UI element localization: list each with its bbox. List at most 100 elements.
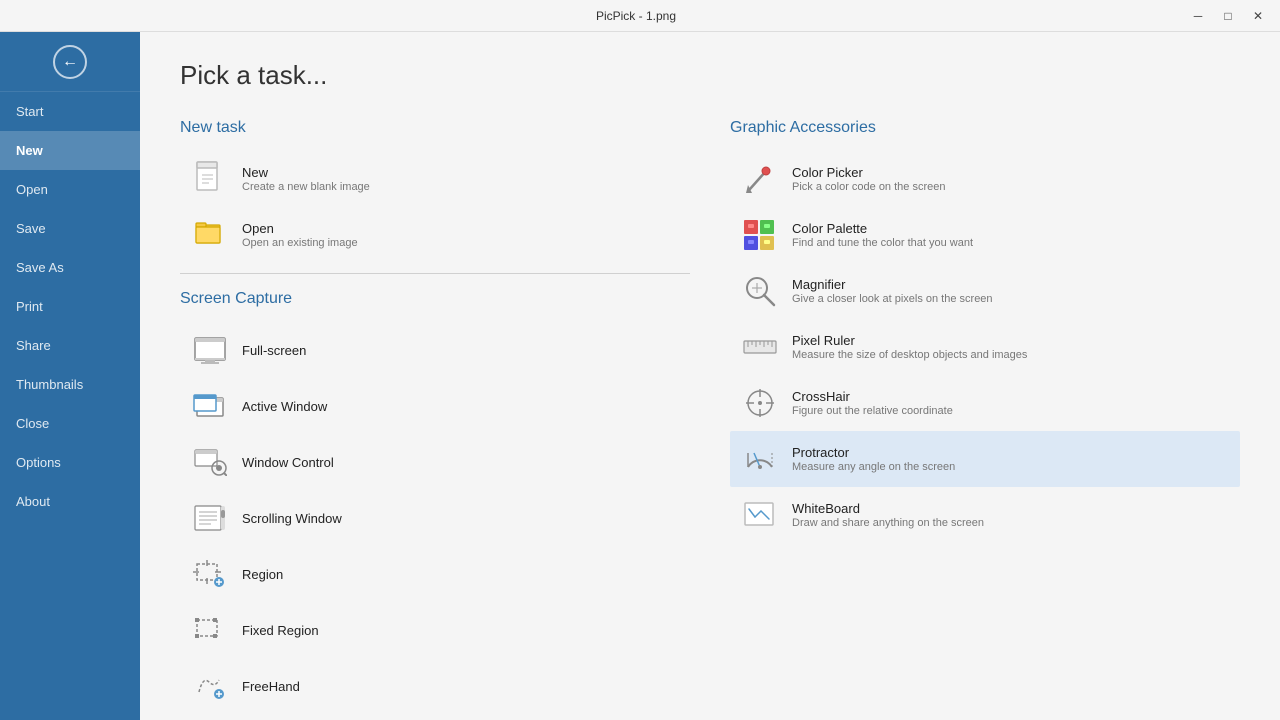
- magnifier-icon: [742, 273, 778, 309]
- protractor-icon: [742, 441, 778, 477]
- task-open[interactable]: Open Open an existing image: [180, 207, 690, 263]
- task-fullscreen[interactable]: Full-screen: [180, 322, 690, 378]
- task-fixed-region[interactable]: Fixed Region: [180, 602, 690, 658]
- task-region[interactable]: Region: [180, 546, 690, 602]
- divider-1: [180, 273, 690, 274]
- region-icon: [192, 556, 228, 592]
- active-window-icon: [192, 388, 228, 424]
- task-scrolling-window-text: Scrolling Window: [242, 511, 342, 526]
- sidebar-item-options[interactable]: Options: [0, 443, 140, 482]
- task-fixed-region-label: Fixed Region: [242, 623, 319, 638]
- task-open-label: Open: [242, 221, 358, 236]
- task-color-picker-label: Color Picker: [792, 165, 945, 180]
- task-pixel-ruler-text: Pixel Ruler Measure the size of desktop …: [792, 333, 1027, 361]
- tasks-grid: New task New Create a n: [180, 119, 1240, 720]
- task-magnifier-label: Magnifier: [792, 277, 993, 292]
- sidebar-item-thumbnails[interactable]: Thumbnails: [0, 365, 140, 404]
- task-scrolling-window-label: Scrolling Window: [242, 511, 342, 526]
- open-icon: [192, 217, 228, 253]
- task-window-control[interactable]: Window Control: [180, 434, 690, 490]
- color-palette-icon: [742, 217, 778, 253]
- task-color-picker-text: Color Picker Pick a color code on the sc…: [792, 165, 945, 193]
- task-repeat-last[interactable]: Repeat Last Capture: [180, 714, 690, 720]
- minimize-button[interactable]: ─: [1184, 5, 1212, 27]
- task-color-picker[interactable]: Color Picker Pick a color code on the sc…: [730, 151, 1240, 207]
- task-whiteboard-text: WhiteBoard Draw and share anything on th…: [792, 501, 984, 529]
- color-picker-icon: [742, 161, 778, 197]
- task-new[interactable]: New Create a new blank image: [180, 151, 690, 207]
- task-protractor[interactable]: Protractor Measure any angle on the scre…: [730, 431, 1240, 487]
- window-control-icon: [192, 444, 228, 480]
- app-body: ← StartNewOpenSaveSave AsPrintShareThumb…: [0, 32, 1280, 720]
- task-freehand[interactable]: FreeHand: [180, 658, 690, 714]
- task-fixed-region-text: Fixed Region: [242, 623, 319, 638]
- sidebar-item-open[interactable]: Open: [0, 170, 140, 209]
- task-protractor-label: Protractor: [792, 445, 955, 460]
- sidebar-item-save[interactable]: Save: [0, 209, 140, 248]
- task-protractor-text: Protractor Measure any angle on the scre…: [792, 445, 955, 473]
- task-crosshair[interactable]: CrossHair Figure out the relative coordi…: [730, 375, 1240, 431]
- fixed-region-icon: [192, 612, 228, 648]
- task-new-text: New Create a new blank image: [242, 165, 370, 193]
- task-window-control-text: Window Control: [242, 455, 334, 470]
- task-fullscreen-text: Full-screen: [242, 343, 306, 358]
- sidebar-item-save-as[interactable]: Save As: [0, 248, 140, 287]
- sidebar-item-new[interactable]: New: [0, 131, 140, 170]
- task-freehand-label: FreeHand: [242, 679, 300, 694]
- scrolling-window-icon: [192, 500, 228, 536]
- sidebar-item-print[interactable]: Print: [0, 287, 140, 326]
- task-color-palette[interactable]: Color Palette Find and tune the color th…: [730, 207, 1240, 263]
- task-whiteboard-label: WhiteBoard: [792, 501, 984, 516]
- left-column: New task New Create a n: [180, 119, 690, 720]
- sidebar: ← StartNewOpenSaveSave AsPrintShareThumb…: [0, 32, 140, 720]
- task-whiteboard[interactable]: WhiteBoard Draw and share anything on th…: [730, 487, 1240, 543]
- task-region-text: Region: [242, 567, 283, 582]
- back-icon: ←: [53, 45, 87, 79]
- task-crosshair-text: CrossHair Figure out the relative coordi…: [792, 389, 953, 417]
- back-button[interactable]: ←: [0, 32, 140, 92]
- sidebar-item-close[interactable]: Close: [0, 404, 140, 443]
- task-window-control-label: Window Control: [242, 455, 334, 470]
- task-active-window[interactable]: Active Window: [180, 378, 690, 434]
- new-task-section-title: New task: [180, 119, 690, 137]
- new-icon: [192, 161, 228, 197]
- task-region-label: Region: [242, 567, 283, 582]
- freehand-icon: [192, 668, 228, 704]
- page-title: Pick a task...: [180, 60, 1240, 91]
- maximize-button[interactable]: □: [1214, 5, 1242, 27]
- close-window-button[interactable]: ✕: [1244, 5, 1272, 27]
- task-color-palette-desc: Find and tune the color that you want: [792, 237, 973, 249]
- crosshair-icon: [742, 385, 778, 421]
- sidebar-item-start[interactable]: Start: [0, 92, 140, 131]
- screen-capture-section-title: Screen Capture: [180, 290, 690, 308]
- pixel-ruler-icon: [742, 329, 778, 365]
- task-new-desc: Create a new blank image: [242, 181, 370, 193]
- task-crosshair-label: CrossHair: [792, 389, 953, 404]
- task-color-palette-label: Color Palette: [792, 221, 973, 236]
- task-new-label: New: [242, 165, 370, 180]
- task-fullscreen-label: Full-screen: [242, 343, 306, 358]
- task-magnifier-text: Magnifier Give a closer look at pixels o…: [792, 277, 993, 305]
- task-freehand-text: FreeHand: [242, 679, 300, 694]
- task-protractor-desc: Measure any angle on the screen: [792, 461, 955, 473]
- task-whiteboard-desc: Draw and share anything on the screen: [792, 517, 984, 529]
- task-active-window-label: Active Window: [242, 399, 327, 414]
- sidebar-item-about[interactable]: About: [0, 482, 140, 521]
- task-crosshair-desc: Figure out the relative coordinate: [792, 405, 953, 417]
- task-scrolling-window[interactable]: Scrolling Window: [180, 490, 690, 546]
- task-open-desc: Open an existing image: [242, 237, 358, 249]
- titlebar-controls: ─ □ ✕: [1184, 5, 1272, 27]
- task-open-text: Open Open an existing image: [242, 221, 358, 249]
- fullscreen-icon: [192, 332, 228, 368]
- graphic-accessories-section-title: Graphic Accessories: [730, 119, 1240, 137]
- content-area: Pick a task... New task: [140, 32, 1280, 720]
- task-active-window-text: Active Window: [242, 399, 327, 414]
- task-color-picker-desc: Pick a color code on the screen: [792, 181, 945, 193]
- task-pixel-ruler[interactable]: Pixel Ruler Measure the size of desktop …: [730, 319, 1240, 375]
- whiteboard-icon: [742, 497, 778, 533]
- sidebar-item-share[interactable]: Share: [0, 326, 140, 365]
- task-magnifier[interactable]: Magnifier Give a closer look at pixels o…: [730, 263, 1240, 319]
- task-color-palette-text: Color Palette Find and tune the color th…: [792, 221, 973, 249]
- titlebar-title: PicPick - 1.png: [88, 9, 1184, 23]
- task-pixel-ruler-desc: Measure the size of desktop objects and …: [792, 349, 1027, 361]
